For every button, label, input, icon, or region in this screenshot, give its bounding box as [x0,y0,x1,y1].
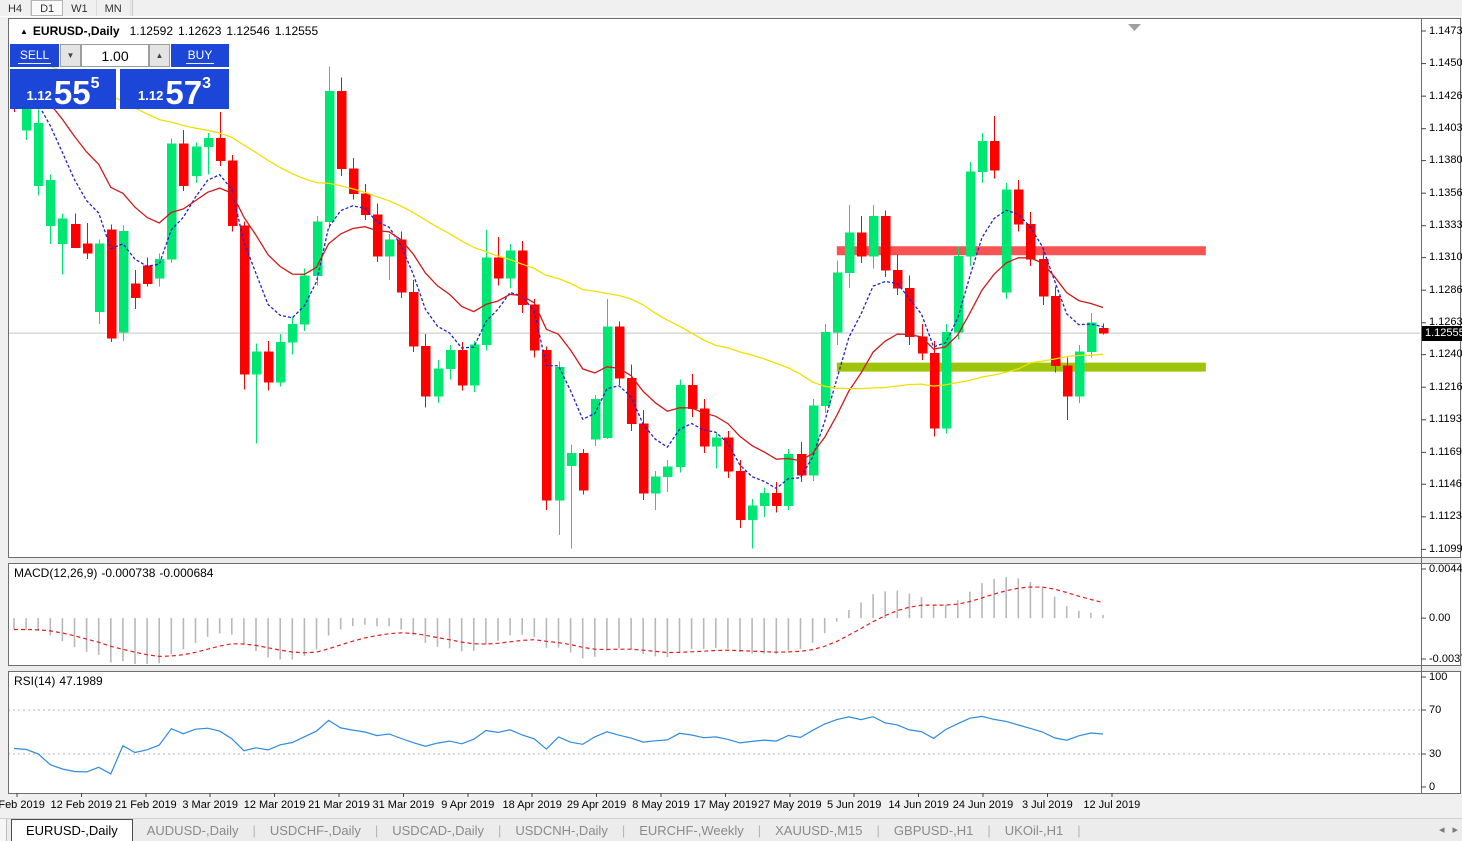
date-label: 5 Jun 2019 [827,799,881,811]
toolbar-separator [131,0,133,16]
price-tick-label: 1.11465 [1429,478,1462,490]
buy-price-prefix: 1.12 [138,88,163,103]
tab-separator: | [1077,819,1080,841]
date-label: 12 Mar 2019 [244,799,306,811]
rsi-value: 47.1989 [59,674,102,688]
rsi-tick-label: 30 [1429,748,1441,760]
date-label: 17 May 2019 [694,799,758,811]
timeframe-button-w1[interactable]: W1 [63,0,97,16]
high-value: 1.12623 [178,24,221,38]
date-label: 21 Mar 2019 [308,799,370,811]
sell-price-big: 55 [54,79,91,106]
rsi-pane-border [9,672,1461,794]
chart-tab-audusd[interactable]: AUDUSD-,Daily [133,819,253,841]
rsi-indicator-label: RSI(14)47.1989 [14,674,107,688]
price-tick-label: 1.14500 [1429,57,1462,69]
macd-tick-label: 0.004465 [1429,563,1462,575]
sell-price-prefix: 1.12 [27,88,52,103]
date-label: 8 May 2019 [632,799,689,811]
close-value: 1.12555 [275,24,318,38]
buy-price-big: 57 [165,79,202,106]
macd-indicator-label: MACD(12,26,9)-0.000738-0.000684 [14,566,217,580]
date-label: 14 Jun 2019 [888,799,949,811]
chart-title: ▲EURUSD-,Daily1.125921.126231.125461.125… [20,24,323,38]
tab-bar-edge [0,819,7,841]
tabs-scroll-right-icon[interactable]: ▸ [1452,823,1458,836]
buy-button[interactable]: BUY [171,44,229,67]
chart-tab-xauusd[interactable]: XAUUSD-,M15 [761,819,876,841]
rsi-tick-label: 100 [1429,671,1447,683]
price-tick-label: 1.14735 [1429,25,1462,37]
timeframe-button-d1[interactable]: D1 [31,0,63,16]
date-label: 12 Jul 2019 [1083,799,1140,811]
chart-tab-usdcad[interactable]: USDCAD-,Daily [378,819,498,841]
date-label: 29 Apr 2019 [567,799,626,811]
price-tick-label: 1.11930 [1429,413,1462,425]
chart-tab-usdcnh[interactable]: USDCNH-,Daily [501,819,621,841]
price-tick-label: 1.13330 [1429,219,1462,231]
date-label: 21 Feb 2019 [115,799,177,811]
price-tick-label: 1.11230 [1429,510,1462,522]
tab-scroll-buttons: ◂ ▸ [1439,818,1458,841]
buy-price-display[interactable]: 1.12573 [120,69,229,109]
price-tick-label: 1.13565 [1429,187,1462,199]
price-tick-label: 1.10995 [1429,543,1462,555]
date-label: 24 Jun 2019 [953,799,1014,811]
volume-increase-button[interactable]: ▲ [149,44,170,67]
one-click-trading-panel: SELL ▼ ▲ BUY 1.12555 1.12573 [10,44,229,109]
volume-decrease-button[interactable]: ▼ [60,44,81,67]
price-tick-label: 1.12865 [1429,284,1462,296]
chart-tab-usdchf[interactable]: USDCHF-,Daily [256,819,375,841]
date-label: 9 Apr 2019 [441,799,494,811]
price-tick-label: 1.12630 [1429,316,1462,328]
date-label: 12 Feb 2019 [51,799,113,811]
chart-tab-eurchf[interactable]: EURCHF-,Weekly [625,819,758,841]
sell-price-display[interactable]: 1.12555 [10,69,116,109]
timeframe-button-mn[interactable]: MN [97,0,131,16]
chart-tab-eurusd[interactable]: EURUSD-,Daily [11,819,133,841]
rsi-tick-label: 0 [1429,781,1435,793]
price-tick-label: 1.12400 [1429,348,1462,360]
chart-symbol-label: EURUSD-,Daily [33,24,120,38]
collapse-panel-icon[interactable]: ▲ [20,27,28,36]
date-label: 3 Jul 2019 [1022,799,1073,811]
open-value: 1.12592 [130,24,173,38]
price-chart-canvas[interactable] [8,18,1461,817]
macd-signal-value: -0.000684 [159,566,213,580]
sell-button[interactable]: SELL [10,44,59,67]
tabs-scroll-left-icon[interactable]: ◂ [1439,823,1445,836]
trading-terminal: { "toolbar": { "timeframes": [ {"label":… [0,0,1462,841]
date-label: 31 Mar 2019 [373,799,435,811]
chart-tab-bar: EURUSD-,DailyAUDUSD-,Daily | USDCHF-,Daily… [0,818,1462,841]
chevron-up-icon: ▲ [156,51,164,60]
chevron-down-icon: ▼ [67,51,75,60]
price-tick-label: 1.14030 [1429,122,1462,134]
date-label: 27 May 2019 [758,799,822,811]
macd-main-value: -0.000738 [101,566,155,580]
chart-ohlc-values: 1.12592 1.12623 1.12546 1.12555 [130,24,324,38]
price-tick-label: 1.12165 [1429,381,1462,393]
rsi-tick-label: 70 [1429,704,1441,716]
volume-input[interactable] [81,44,149,67]
macd-tick-label: -0.003715 [1429,653,1462,665]
price-tick-label: 1.13100 [1429,251,1462,263]
macd-tick-label: 0.00 [1429,612,1450,624]
buy-price-sup: 3 [202,75,211,93]
price-tick-label: 1.14265 [1429,90,1462,102]
chart-tab-ukoil[interactable]: UKOil-,H1 [991,819,1078,841]
date-label: 18 Apr 2019 [503,799,562,811]
date-label: 3 Mar 2019 [182,799,238,811]
date-label: 3 Feb 2019 [0,799,45,811]
price-tick-label: 1.11695 [1429,446,1462,458]
low-value: 1.12546 [226,24,269,38]
timeframe-toolbar: H4D1W1MN [0,0,1462,17]
price-tick-label: 1.13800 [1429,154,1462,166]
chart-tab-gbpusd[interactable]: GBPUSD-,H1 [880,819,987,841]
timeframe-button-h4[interactable]: H4 [0,0,31,16]
sell-price-sup: 5 [91,75,100,93]
